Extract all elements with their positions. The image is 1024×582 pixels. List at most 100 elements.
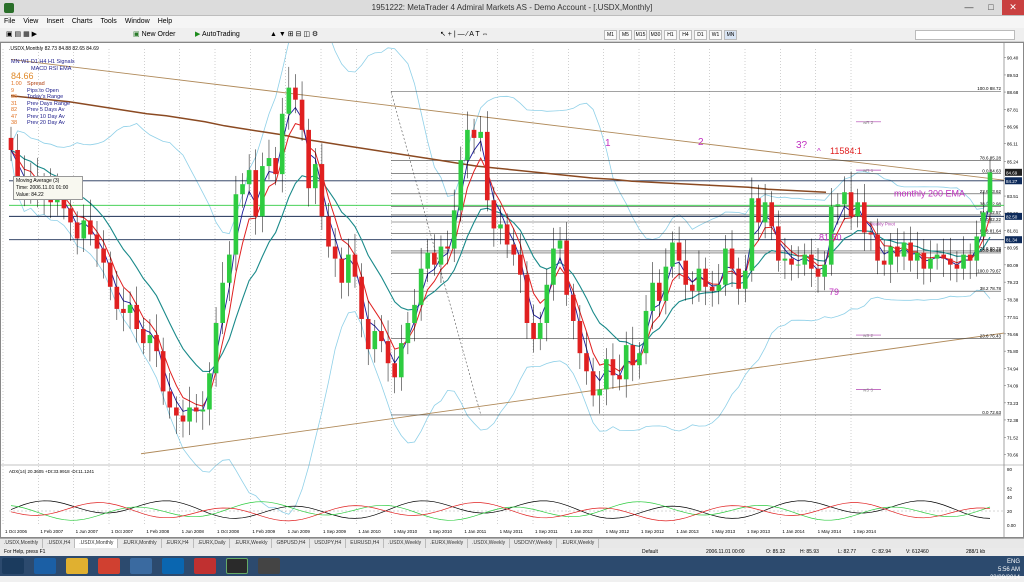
date-tick-label: 1 Jan 2010 [358,529,381,534]
price-tick-label: 85.24 [1007,159,1019,164]
file-explorer-icon[interactable] [66,558,88,574]
candle-body [663,266,669,301]
close-button[interactable]: ✕ [1002,0,1024,15]
price-marker-label: 81.34 [1006,238,1018,243]
date-tick-label: 1 Sep 2012 [641,529,665,534]
candle-body [392,363,397,378]
wave-label-2: 2 [698,137,704,148]
date-tick-label: 1 Sep 2014 [853,529,877,534]
date-tick-label: 1 Sep 2010 [429,529,453,534]
chart-tab[interactable]: GBPUSD,H4 [272,539,311,548]
stat-label: Prev 10 Day Av [27,113,65,120]
chart-window[interactable]: 1 Oct 2006 1 Feb 2007 1 Jun 2007 1 Oct 2007… [0,42,1024,538]
menu-view[interactable]: View [19,16,42,28]
chart-tab[interactable]: .EURX,H4 [162,539,194,548]
status-open: O: 85.32 [766,549,786,555]
menu-charts[interactable]: Charts [68,16,97,28]
candle-body [174,407,179,416]
price-marker-label: 84.27 [1006,179,1018,184]
candle-body [630,345,636,366]
chart-tab[interactable]: .EURX,Daily [194,539,231,548]
price-tick-label: 86.96 [1007,125,1019,130]
chart-tools-icons[interactable]: ▲ ▼ ⊞ ⊟ ◫ ⚙ [270,30,318,40]
minimize-button[interactable]: — [958,0,980,15]
tf-m5[interactable]: M5 [619,30,632,40]
tf-m30[interactable]: M30 [649,30,662,40]
candle-body [465,129,470,161]
chrome-icon[interactable] [98,558,120,574]
menu-window[interactable]: Window [121,16,154,28]
candle-body [557,240,563,249]
chart-tab[interactable]: .EURX,Weekly [426,539,469,548]
candle-body [253,170,259,217]
price-chart[interactable]: 1 Oct 2006 1 Feb 2007 1 Jun 2007 1 Oct 2007… [1,43,1023,537]
price-tick-label: 75.80 [1007,349,1019,354]
outlook-icon[interactable] [130,558,152,574]
internet-explorer-icon[interactable] [34,558,56,574]
candle-body [365,318,371,350]
tf-mn[interactable]: MN [724,30,737,40]
toolbar-file-icons[interactable]: ▣ ▤ ▦ ▶ [6,30,66,40]
app-red-icon[interactable] [194,558,216,574]
maximize-button[interactable]: □ [980,0,1002,15]
new-order-label: New Order [141,31,176,38]
tf-m1[interactable]: M1 [604,30,617,40]
candle-body [233,194,239,255]
candle-body [822,264,827,277]
candle-body [491,200,497,229]
price-tick-label: 72.38 [1007,418,1019,423]
system-tray[interactable]: ENG 5:56 AM 23/09/2014 [990,558,1020,582]
chart-tab[interactable]: .EURX,Monthly [118,539,162,548]
candle-body [604,359,609,390]
chart-tab[interactable]: .EURX,Weekly [557,539,600,548]
chart-tab[interactable]: USDCNY,Weekly [510,539,558,548]
chart-tab[interactable]: USDJPY,H4 [310,539,347,548]
title-bar: 1951222: MetaTrader 4 Admiral Markets AS… [0,0,1024,16]
candle-body [696,268,702,291]
chart-tab[interactable]: .EURX,Weekly [230,539,273,548]
price-big: 84.66 [11,71,34,81]
chart-tab[interactable]: EURUSD,H4 [346,539,385,548]
menu-insert[interactable]: Insert [42,16,68,28]
metatrader-icon[interactable] [226,558,248,574]
price-tick-label: 81.81 [1007,228,1019,233]
candle-body [776,226,781,261]
tf-h1[interactable]: H1 [664,30,677,40]
menu-help[interactable]: Help [154,16,176,28]
tf-w1[interactable]: W1 [709,30,722,40]
chart-tab[interactable]: .USDX,Monthly [0,539,44,548]
start-icon[interactable] [2,558,24,574]
candle-body [537,322,543,340]
menu-file[interactable]: File [0,16,19,28]
candle-body [332,246,338,259]
skype-icon[interactable] [162,558,184,574]
status-low: L: 82.77 [838,549,857,555]
adx-tick-label: 52 [1007,487,1013,492]
candle-body [121,308,126,313]
search-input[interactable] [915,30,1015,40]
candle-body [445,246,450,249]
tf-m15[interactable]: M15 [634,30,647,40]
candle-body [127,304,133,313]
tf-h4[interactable]: H4 [679,30,692,40]
price-marker-label: 84.69 [1006,170,1018,175]
candle-body [273,158,278,175]
drawing-tools[interactable]: ↖ + | ― ⁄ A T ⇔ [440,30,488,40]
tf-d1[interactable]: D1 [694,30,707,40]
autotrading-button[interactable]: ▶ AutoTrading [195,30,240,40]
chart-tab[interactable]: .USDX,Monthly [75,539,119,548]
new-order-button[interactable]: ▣ New Order [133,30,175,40]
legend-ema: EMA [59,65,72,72]
chart-tab[interactable]: .USDX,Weekly [468,539,511,548]
chart-tab[interactable]: .USDX,H4 [43,539,76,548]
candle-body [921,252,927,269]
menu-tools[interactable]: Tools [96,16,120,28]
metatrader-chart-icon[interactable] [258,558,280,574]
candle-body [584,353,589,372]
candle-body [762,202,768,223]
chart-tab[interactable]: .USDX,Weekly [384,539,427,548]
stat-row: 38 Prev 20 Day Av [11,120,75,127]
candle-body [418,268,424,305]
candle-body [815,268,821,277]
candle-body [207,373,212,410]
